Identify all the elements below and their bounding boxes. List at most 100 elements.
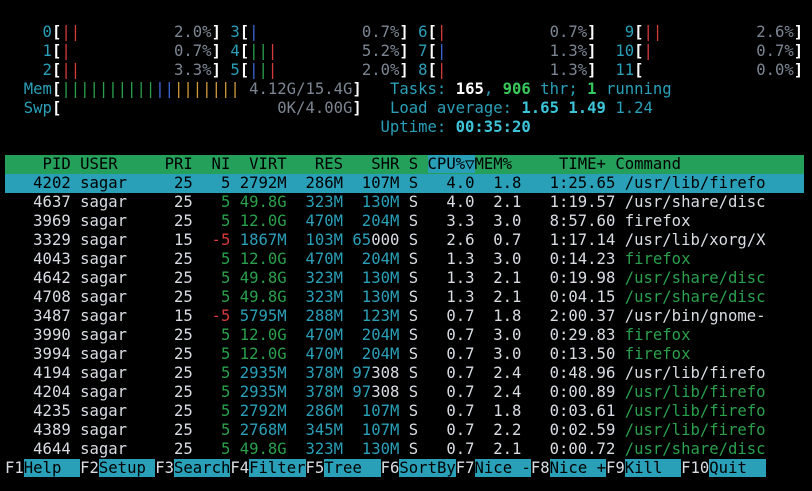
column-header-time[interactable]: TIME+ [521,155,606,173]
process-row[interactable]: 4043 sagar 25 5 12.0G 470M 204M S 1.3 3.… [5,250,690,269]
cpu-bar-9: || [644,23,663,41]
process-user: sagar [80,212,165,230]
process-cpu: 0.7 [427,383,475,401]
process-res-unit: M [333,326,344,344]
cpu-bar-segment: | [267,61,278,79]
process-res-unit: M [333,364,344,382]
column-header-res[interactable]: RES [296,155,343,173]
process-priority: 25 [164,364,193,382]
column-header-cpu[interactable]: CPU%▽ [427,155,475,173]
process-time: 0:00.89 [530,383,616,401]
load-1min: 1.65 [521,99,559,117]
column-header-pid[interactable]: PID [5,155,71,173]
process-nice: 5 [202,440,231,458]
fkey-f5[interactable]: F5Tree [306,459,381,477]
process-shr-value: 130 [352,269,390,287]
process-nice: 5 [202,212,231,230]
process-res-unit: M [333,269,344,287]
cpu-bar-segment: | [258,61,268,79]
process-row[interactable]: 4202 sagar 25 5 2792M 286M 107M S 4.0 1.… [5,174,804,193]
fkey-number: F9 [606,459,625,477]
process-nice: 5 [202,383,231,401]
process-state: S [408,174,419,192]
column-header-shr[interactable]: SHR [352,155,399,173]
process-row[interactable]: 3994 sagar 25 5 12.0G 470M 204M S 0.7 3.… [5,345,690,364]
running-count: 1 [587,80,597,98]
process-priority: 25 [164,345,193,363]
process-pid: 4642 [5,269,71,287]
cpu-bracket-open: [ [51,61,62,79]
fkey-f3[interactable]: F3Search [155,459,231,477]
cpu-percent-5: 2.0% [361,61,400,79]
cpu-label-5: 5 [220,61,240,79]
cpu-bracket-close: ] [793,42,804,60]
process-row[interactable]: 3990 sagar 25 5 12.0G 470M 204M S 0.7 3.… [5,326,690,345]
process-command: firefox [624,326,691,344]
cpu-percent-8: 1.3% [549,61,588,79]
cpu-label-1: 1 [33,42,52,60]
fkey-f1[interactable]: F1Help [5,459,81,477]
process-res-unit: M [333,231,344,249]
column-header-ni[interactable]: NI [202,155,231,173]
mem-bracket-open: [ [51,80,62,98]
process-command: /usr/share/disc [624,288,766,306]
fkey-f4[interactable]: F4Filter [230,459,306,477]
fkey-f10[interactable]: F10Quit [681,459,766,477]
cpu-percent-6: 0.7% [549,23,588,41]
process-row[interactable]: 4235 sagar 25 5 2792M 286M 107M S 0.7 1.… [5,402,765,421]
process-res: 323M [296,269,343,287]
process-shr-low: 000 [371,231,400,249]
process-res-value: 470 [296,345,334,363]
process-res: 378M [296,383,343,401]
process-cpu: 1.3 [427,288,475,306]
column-header-user[interactable]: USER [80,155,165,173]
process-nice: 5 [202,193,231,211]
fkey-label: Quit [709,459,766,477]
process-command: /usr/bin/gnome- [624,307,766,325]
column-header-command[interactable]: Command [615,155,681,173]
process-state: S [408,307,419,325]
cpu-bracket-open: [ [239,61,250,79]
fkey-label: Tree [324,459,381,477]
process-shr-value: 204 [352,212,390,230]
process-row[interactable]: 4637 sagar 25 5 49.8G 323M 130M S 4.0 2.… [5,193,765,212]
fkey-f7[interactable]: F7Nice - [456,459,531,477]
process-row[interactable]: 4642 sagar 25 5 49.8G 323M 130M S 1.3 2.… [5,269,765,288]
process-row[interactable]: 3969 sagar 25 5 12.0G 470M 204M S 3.3 3.… [5,212,690,231]
process-state: S [408,212,419,230]
process-virt: 49.8G [239,269,287,287]
process-state: S [408,364,419,382]
fkey-f9[interactable]: F9Kill [606,459,682,477]
swap-row: Swp[ 0K/4.00G] Load average: 1.65 1.49 1… [5,99,653,118]
column-header-s[interactable]: S [409,155,418,173]
cpu-bar-10: | [644,42,653,60]
cpu-bar-segment: | [436,42,447,60]
cpu-label-3: 3 [220,23,240,41]
process-res-unit: M [333,288,344,306]
process-row[interactable]: 3487 sagar 15 -5 5795M 288M 123M S 0.7 1… [5,307,766,326]
column-header-pri[interactable]: PRI [165,155,193,173]
process-cpu: 0.7 [427,402,475,420]
fkey-f6[interactable]: F6SortBy [381,459,456,477]
process-shr-unit: M [389,345,400,363]
process-row[interactable]: 4389 sagar 25 5 2768M 345M 107M S 0.7 2.… [5,421,765,440]
process-row[interactable]: 4644 sagar 25 5 49.8G 323M 130M S 0.7 2.… [5,440,766,459]
fkey-number: F2 [80,459,99,477]
process-cpu: 0.7 [427,326,475,344]
fkey-f2[interactable]: F2Setup [80,459,156,477]
process-row[interactable]: 4204 sagar 25 5 2935M 378M 97308 S 0.7 2… [5,383,765,402]
fkey-number: F5 [305,459,325,477]
tasks-label: Tasks: [389,80,447,98]
process-shr-value: 204 [352,250,390,268]
process-command: /usr/share/disc [624,440,766,458]
process-user: sagar [80,250,165,268]
fkey-f8[interactable]: F8Nice + [531,459,606,477]
process-row[interactable]: 4708 sagar 25 5 49.8G 323M 130M S 1.3 2.… [5,288,766,307]
column-header-mem[interactable]: MEM% [475,155,513,173]
process-state: S [408,440,419,458]
process-row[interactable]: 3329 sagar 15 -5 1867M 103M 65000 S 2.6 … [5,231,765,250]
column-header-virt[interactable]: VIRT [240,155,287,173]
process-row[interactable]: 4194 sagar 25 5 2935M 378M 97308 S 0.7 2… [5,364,765,383]
cpu-meter-row: 2[|| 3.3%] 5[||| 2.0%] 8[| 1.3%] 11[ 0.0… [5,61,804,80]
process-shr: 107M [352,174,400,192]
